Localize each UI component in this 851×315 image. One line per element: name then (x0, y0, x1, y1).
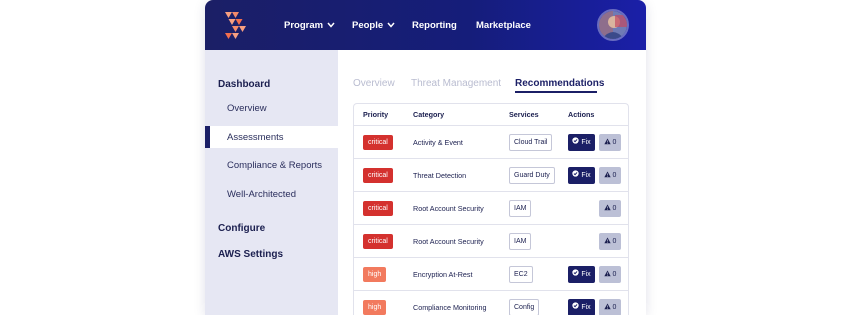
fix-label: Fix (581, 172, 591, 179)
table-row[interactable]: critical Activity & Event Cloud Trail Fix 0 (354, 125, 628, 158)
table-row[interactable]: critical Root Account Security IAM 0 (354, 224, 628, 257)
priority-badge: high (363, 267, 387, 282)
warning-triangle-icon (603, 204, 611, 213)
category-cell: Threat Detection (413, 171, 467, 180)
alert-count-button[interactable]: 0 (599, 167, 621, 184)
user-avatar[interactable] (597, 9, 629, 41)
nav-label: Reporting (412, 19, 457, 31)
app-window: Program People Reporting Marketplace Dashbo… (205, 0, 646, 315)
sidebar-section-dashboard[interactable]: Dashboard (218, 79, 270, 90)
table-row[interactable]: critical Root Account Security IAM 0 (354, 191, 628, 224)
sidebar: Dashboard Overview Assessments Compliance &… (205, 50, 338, 315)
alert-count-button[interactable]: 0 (599, 266, 621, 283)
nav-marketplace[interactable]: Marketplace (476, 0, 531, 50)
category-cell: Compliance Monitoring (413, 303, 487, 312)
chevron-down-icon (327, 22, 335, 28)
alert-count-button[interactable]: 0 (599, 233, 621, 250)
nav-label: Program (284, 19, 324, 31)
sidebar-item-label: Assessments (227, 131, 284, 143)
table-row[interactable]: high Compliance Monitoring Config Fix 0 (354, 290, 628, 315)
sidebar-item-well-architected[interactable]: Well-Architected (205, 183, 338, 205)
priority-badge: critical (363, 135, 393, 150)
table-row[interactable]: critical Threat Detection Guard Duty Fix 0 (354, 158, 628, 191)
nav-label: People (352, 19, 384, 31)
column-header-priority: Priority (363, 110, 389, 119)
column-header-services: Services (509, 110, 539, 119)
nav-label: Marketplace (476, 19, 531, 31)
priority-badge: high (363, 300, 387, 315)
service-tag: IAM (509, 200, 532, 217)
warning-triangle-icon (603, 171, 611, 180)
service-tag: Config (509, 299, 540, 315)
table-row[interactable]: high Encryption At-Rest EC2 Fix 0 (354, 257, 628, 290)
check-circle-icon (572, 266, 579, 283)
sidebar-item-label: Overview (227, 102, 267, 114)
check-circle-icon (572, 134, 579, 151)
alert-count-button[interactable]: 0 (599, 299, 621, 315)
nav-program[interactable]: Program (284, 0, 335, 50)
alert-count: 0 (612, 271, 617, 278)
sidebar-item-assessments[interactable]: Assessments (205, 126, 338, 148)
fix-label: Fix (581, 271, 591, 278)
tab-label: Threat Management (411, 78, 502, 89)
category-cell: Root Account Security (413, 204, 484, 213)
warning-triangle-icon (603, 138, 611, 147)
alert-count: 0 (612, 139, 617, 146)
fix-button[interactable]: Fix (568, 266, 595, 283)
check-circle-icon (572, 167, 579, 184)
warning-triangle-icon (603, 303, 611, 312)
warning-triangle-icon (603, 270, 611, 279)
sidebar-section-aws-settings[interactable]: AWS Settings (218, 249, 283, 260)
service-tag: IAM (509, 233, 532, 250)
brand-logo-icon[interactable] (223, 12, 249, 39)
sidebar-item-overview[interactable]: Overview (205, 97, 338, 119)
tab-label: Recommendations (515, 78, 605, 89)
nav-people[interactable]: People (352, 0, 395, 50)
warning-triangle-icon (603, 237, 611, 246)
sidebar-section-configure[interactable]: Configure (218, 223, 265, 234)
category-cell: Root Account Security (413, 237, 484, 246)
alert-count: 0 (612, 205, 617, 212)
category-cell: Encryption At-Rest (413, 270, 473, 279)
sidebar-item-label: Well-Architected (227, 188, 296, 200)
fix-label: Fix (581, 139, 591, 146)
alert-count: 0 (612, 238, 617, 245)
nav-reporting[interactable]: Reporting (412, 0, 457, 50)
alert-count-button[interactable]: 0 (599, 134, 621, 151)
active-tab-indicator (515, 91, 597, 93)
alert-count: 0 (612, 304, 617, 311)
priority-badge: critical (363, 234, 393, 249)
alert-count: 0 (612, 172, 617, 179)
alert-count-button[interactable]: 0 (599, 200, 621, 217)
fix-button[interactable]: Fix (568, 299, 595, 315)
priority-badge: critical (363, 168, 393, 183)
category-cell: Activity & Event (413, 138, 463, 147)
fix-label: Fix (581, 304, 591, 311)
column-header-category: Category (413, 110, 445, 119)
fix-button[interactable]: Fix (568, 167, 595, 184)
priority-badge: critical (363, 201, 393, 216)
check-circle-icon (572, 299, 579, 315)
chevron-down-icon (387, 22, 395, 28)
tab-label: Overview (353, 78, 395, 89)
column-header-actions: Actions (568, 110, 595, 119)
service-tag: Guard Duty (509, 167, 555, 184)
sidebar-item-label: Compliance & Reports (227, 159, 323, 171)
recommendations-table: Priority Category Services Actions critical A… (353, 103, 629, 315)
sidebar-item-compliance-reports[interactable]: Compliance & Reports (205, 154, 338, 176)
service-tag: Cloud Trail (509, 134, 553, 151)
fix-button[interactable]: Fix (568, 134, 595, 151)
top-navigation-bar: Program People Reporting Marketplace (205, 0, 646, 50)
service-tag: EC2 (509, 266, 533, 283)
